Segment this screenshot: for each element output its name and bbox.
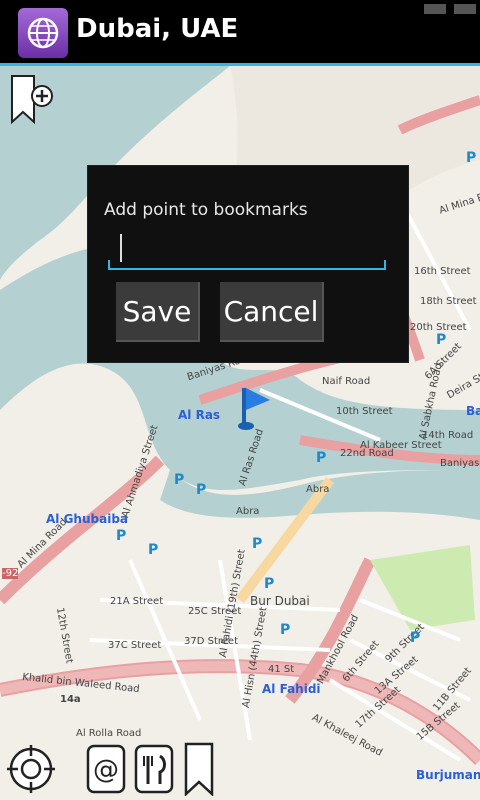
parking-icon: P [316, 450, 327, 466]
parking-icon: P [436, 332, 447, 348]
signal-icon [424, 4, 446, 14]
locate-button[interactable] [6, 742, 56, 796]
contacts-button[interactable]: @ [82, 742, 128, 796]
bookmark-name-input[interactable] [108, 228, 386, 270]
battery-icon [454, 4, 476, 14]
parking-icon: P [466, 150, 477, 166]
save-button[interactable]: Save [116, 282, 200, 342]
label-naif: Naif Road [322, 376, 371, 387]
crosshair-icon [7, 745, 55, 793]
bookmark-dialog: Add point to bookmarks Save Cancel [88, 166, 408, 362]
fork-knife-icon [134, 744, 174, 794]
add-bookmark-button[interactable] [10, 74, 56, 126]
parking-icon: P [196, 482, 207, 498]
flag-marker-icon[interactable] [236, 384, 276, 432]
label-16th: 16th Street [414, 266, 471, 277]
label-abra-2: Abra [306, 484, 330, 495]
bottom-toolbar: @ [0, 740, 480, 800]
page-title: Dubai, UAE [76, 14, 239, 44]
parking-icon: P [264, 576, 275, 592]
label-18th: 18th Street [420, 296, 477, 307]
label-baniyas-r: Baniyas R [440, 458, 480, 469]
bookmark-icon [184, 742, 214, 797]
title-bar: Dubai, UAE [0, 0, 480, 66]
text-cursor [120, 234, 122, 262]
label-22nd: 22nd Road [340, 448, 394, 459]
label-neg92: -92 [2, 568, 19, 579]
label-abra-1: Abra [236, 506, 260, 517]
label-ba: Ba [466, 404, 480, 418]
parking-icon: P [116, 528, 127, 544]
parking-icon: P [410, 630, 421, 646]
label-14a: 14a [60, 694, 81, 705]
label-41st: 41 St [268, 664, 295, 675]
label-10th: 10th Street [336, 406, 393, 417]
at-sign-notebook-icon: @ [86, 744, 126, 794]
dialog-title: Add point to bookmarks [104, 200, 308, 220]
label-al-fahidi: Al Fahidi [262, 682, 321, 696]
cancel-button[interactable]: Cancel [220, 282, 324, 342]
label-37c: 37C Street [108, 640, 162, 651]
parking-icon: P [280, 622, 291, 638]
label-al-rolla: Al Rolla Road [76, 728, 142, 739]
label-al-ras: Al Ras [178, 408, 221, 422]
parking-icon: P [148, 542, 159, 558]
svg-text:@: @ [93, 755, 119, 785]
restaurants-button[interactable] [130, 742, 176, 796]
globe-app-icon[interactable] [18, 8, 68, 58]
bookmarks-button[interactable] [180, 742, 220, 797]
parking-icon: P [174, 472, 185, 488]
label-21a: 21A Street [110, 596, 164, 607]
parking-icon: P [252, 536, 263, 552]
